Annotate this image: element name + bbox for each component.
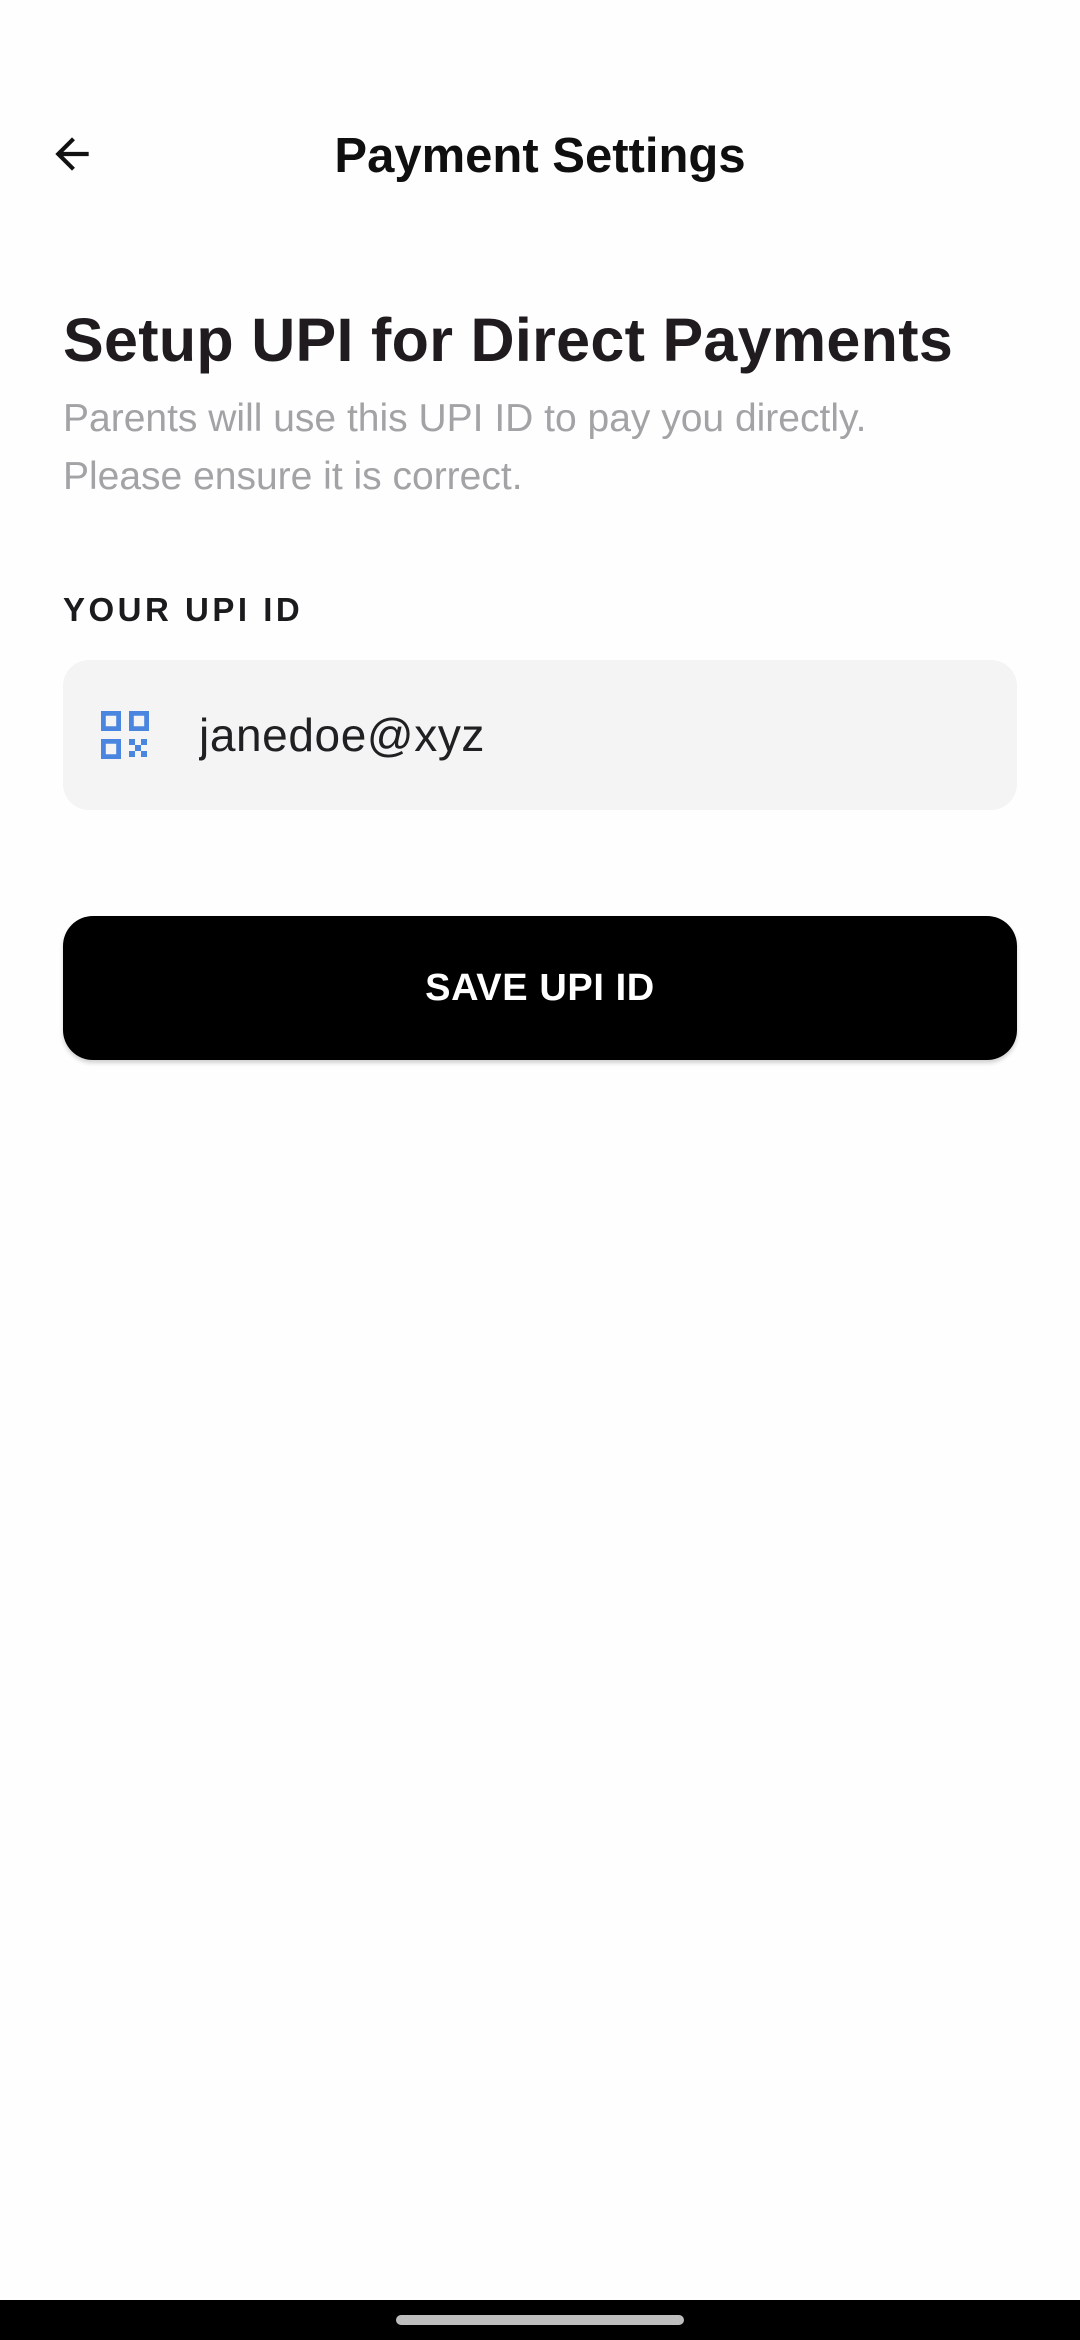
section-description: Parents will use this UPI ID to pay you … (63, 397, 867, 498)
upi-id-field-container[interactable] (63, 660, 1017, 810)
payment-settings-screen: Payment Settings Setup UPI for Direct Pa… (0, 0, 1080, 2340)
home-indicator[interactable] (396, 2315, 684, 2325)
system-navigation-bar (0, 2300, 1080, 2340)
upi-setup-form: Setup UPI for Direct Payments Parents wi… (63, 300, 1017, 1060)
arrow-left-icon (47, 129, 97, 184)
page-title: Payment Settings (334, 129, 746, 183)
app-bar: Payment Settings (0, 100, 1080, 212)
qr-code-icon (99, 709, 151, 761)
save-upi-id-button[interactable]: SAVE UPI ID (63, 916, 1017, 1060)
back-button[interactable] (36, 120, 108, 192)
section-heading: Setup UPI for Direct Payments (63, 306, 954, 374)
upi-id-label: YOUR UPI ID (63, 591, 304, 628)
upi-id-input[interactable] (199, 660, 1017, 810)
